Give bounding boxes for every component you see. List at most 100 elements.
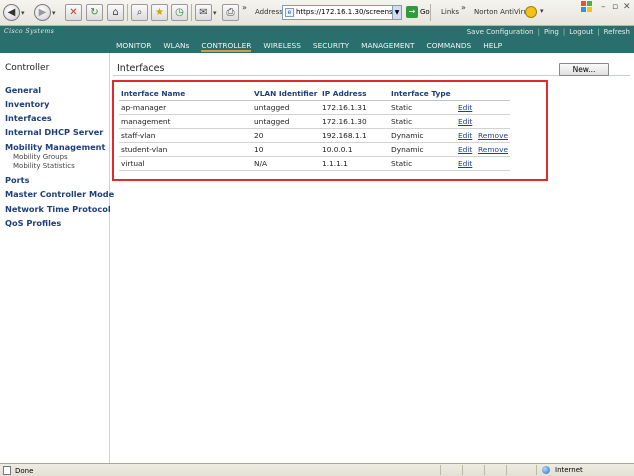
edit-link[interactable]: Edit (458, 131, 472, 140)
nav-controller[interactable]: CONTROLLER (201, 41, 252, 52)
cell-interface-name: ap-manager (119, 100, 252, 115)
table-row: ap-manager untagged 172.16.1.31 Static E… (119, 100, 510, 115)
sidebar-subitem-mobility-groups[interactable]: Mobility Groups (13, 153, 68, 161)
cell-vlan-identifier: untagged (252, 100, 320, 115)
logout-link[interactable]: Logout (569, 28, 593, 36)
link-divider: | (562, 27, 566, 36)
browser-toolbar: ◀ ▾ ▶ ▾ ✕ ↻ ⌂ ⌕ ★ ◷ ✉ ▾ ⎙ » Address e https… (0, 0, 634, 26)
norton-icon[interactable] (525, 6, 537, 18)
windows-logo-icon (581, 1, 592, 12)
cell-interface-type: Dynamic (389, 142, 456, 157)
chevron-down-icon[interactable]: ▾ (540, 7, 544, 15)
cell-ip-address: 192.168.1.1 (320, 128, 389, 143)
edit-link[interactable]: Edit (458, 117, 472, 126)
nav-wlans[interactable]: WLANs (163, 41, 189, 52)
col-edit (456, 87, 476, 101)
history-icon: ◷ (171, 4, 188, 21)
new-interface-button[interactable]: New... (559, 63, 609, 76)
address-url: https://172.16.1.30/screens/fra (296, 8, 402, 16)
status-text: Done (15, 466, 34, 475)
remove-link[interactable]: Remove (478, 131, 508, 140)
status-divider (536, 465, 537, 475)
sidebar-item-qos-profiles[interactable]: QoS Profiles (5, 218, 61, 228)
cell-interface-name: virtual (119, 156, 252, 171)
sidebar-item-interfaces[interactable]: Interfaces (5, 113, 52, 123)
cell-interface-type: Static (389, 100, 456, 115)
sidebar-item-master-controller-mode[interactable]: Master Controller Mode (5, 189, 114, 199)
interfaces-table: Interface Name VLAN Identifier IP Addres… (119, 87, 510, 171)
sidebar-item-internal-dhcp-server[interactable]: Internal DHCP Server (5, 127, 103, 137)
minimize-icon[interactable]: – (601, 2, 606, 12)
chevron-down-icon: ▾ (213, 8, 217, 17)
mail-button[interactable]: ✉ ▾ (195, 3, 217, 22)
save-configuration-link[interactable]: Save Configuration (467, 28, 534, 36)
search-button[interactable]: ⌕ (131, 3, 148, 22)
nav-security[interactable]: SECURITY (313, 41, 349, 52)
mail-icon: ✉ (195, 4, 212, 21)
cell-vlan-identifier: 10 (252, 142, 320, 157)
cell-ip-address: 172.16.1.31 (320, 100, 389, 115)
edit-link[interactable]: Edit (458, 145, 472, 154)
sidebar-item-mobility-management[interactable]: Mobility Management (5, 142, 105, 152)
remove-link[interactable]: Remove (478, 145, 508, 154)
sidebar-subitem-mobility-statistics[interactable]: Mobility Statistics (13, 162, 75, 170)
cell-ip-address: 172.16.1.30 (320, 114, 389, 129)
title-divider (113, 75, 630, 76)
status-zone: Internet (542, 466, 583, 474)
cell-edit: Edit (456, 142, 476, 157)
cell-interface-type: Static (389, 156, 456, 171)
cell-vlan-identifier: 20 (252, 128, 320, 143)
chevron-down-icon: ▾ (21, 8, 25, 17)
status-divider (506, 465, 507, 475)
main-nav: MONITOR WLANs CONTROLLER WIRELESS SECURI… (116, 41, 514, 52)
norton-antivirus-label[interactable]: Norton AntiVirus (474, 8, 532, 16)
sidebar-item-ports[interactable]: Ports (5, 175, 29, 185)
address-dropdown-button[interactable]: ▼ (392, 6, 401, 19)
refresh-button[interactable]: ↻ (86, 3, 103, 22)
nav-wireless[interactable]: WIRELESS (263, 41, 300, 52)
print-button[interactable]: ⎙ (222, 3, 239, 22)
nav-help[interactable]: HELP (483, 41, 502, 52)
links-overflow-icon[interactable]: » (461, 3, 466, 12)
cell-edit: Edit (456, 156, 476, 171)
nav-monitor[interactable]: MONITOR (116, 41, 151, 52)
cell-vlan-identifier: N/A (252, 156, 320, 171)
sidebar-item-inventory[interactable]: Inventory (5, 99, 50, 109)
stop-button[interactable]: ✕ (65, 3, 82, 22)
refresh-link[interactable]: Refresh (604, 28, 630, 36)
page-icon (3, 466, 11, 475)
restore-icon[interactable]: ▫ (612, 2, 618, 12)
edit-link[interactable]: Edit (458, 103, 472, 112)
link-divider: | (537, 27, 540, 36)
go-label: Go (420, 8, 430, 16)
sidebar-item-general[interactable]: General (5, 85, 41, 95)
status-divider (484, 465, 485, 475)
favorites-button[interactable]: ★ (151, 3, 168, 22)
table-row: staff-vlan 20 192.168.1.1 Dynamic Edit R… (119, 128, 510, 143)
history-button[interactable]: ◷ (171, 3, 188, 22)
close-icon[interactable]: ✕ (623, 2, 631, 12)
forward-arrow-icon: ▶ (34, 4, 51, 21)
toolbar-overflow-icon[interactable]: » (242, 3, 247, 12)
toolbar-separator (430, 4, 431, 21)
cell-remove (476, 100, 510, 115)
top-links: Save Configuration | Ping | Logout | Ref… (467, 26, 630, 37)
address-input[interactable]: e https://172.16.1.30/screens/fra (282, 5, 402, 20)
home-button[interactable]: ⌂ (107, 3, 124, 22)
toolbar-separator (127, 4, 128, 21)
go-button[interactable]: → Go (406, 6, 430, 18)
ping-link[interactable]: Ping (544, 28, 559, 36)
sidebar-item-network-time-protocol[interactable]: Network Time Protocol (5, 204, 111, 214)
forward-button[interactable]: ▶ ▾ (34, 3, 56, 22)
status-bar: Done Internet (0, 463, 634, 476)
nav-commands[interactable]: COMMANDS (427, 41, 472, 52)
cell-edit: Edit (456, 128, 476, 143)
cell-ip-address: 10.0.0.1 (320, 142, 389, 157)
nav-management[interactable]: MANAGEMENT (361, 41, 414, 52)
sidebar-title: Controller (5, 63, 50, 73)
edit-link[interactable]: Edit (458, 159, 472, 168)
links-label[interactable]: Links (441, 8, 459, 16)
back-button[interactable]: ◀ ▾ (3, 3, 25, 22)
col-remove (476, 87, 510, 101)
cell-remove: Remove (476, 128, 510, 143)
